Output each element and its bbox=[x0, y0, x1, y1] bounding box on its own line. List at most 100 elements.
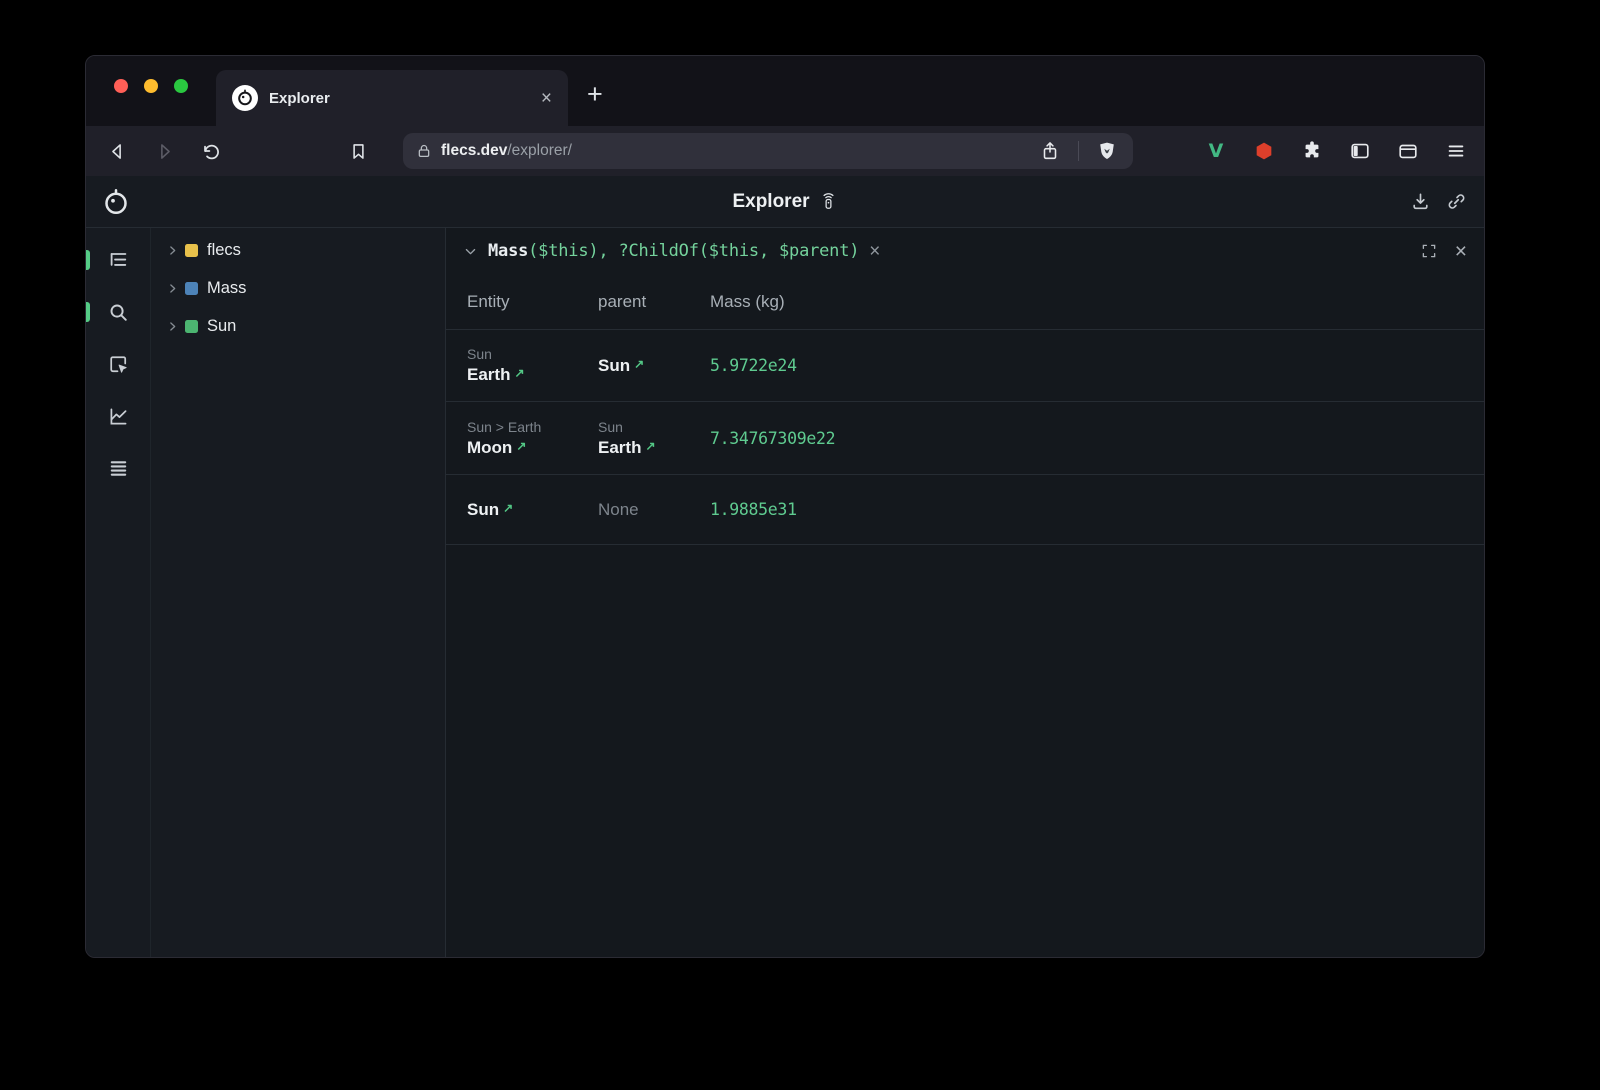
query-expression-rest: ($this), ?ChildOf($this, $parent) bbox=[528, 241, 859, 261]
parent-cell: Sun↗ bbox=[598, 356, 710, 376]
entity-color-swatch bbox=[185, 282, 198, 295]
browser-tab-explorer[interactable]: Explorer × bbox=[216, 70, 568, 126]
close-window-button[interactable] bbox=[114, 79, 128, 93]
column-header-entity: Entity bbox=[467, 292, 598, 312]
menu-icon[interactable] bbox=[1443, 138, 1469, 164]
active-indicator bbox=[86, 302, 90, 322]
brave-shields-icon[interactable] bbox=[1094, 138, 1120, 164]
results-table-header: Entity parent Mass (kg) bbox=[446, 274, 1484, 329]
mass-value: 5.9722e24 bbox=[710, 356, 1484, 375]
tree-item-sun[interactable]: Sun bbox=[151, 307, 445, 345]
zoom-window-button[interactable] bbox=[174, 79, 188, 93]
chevron-right-icon[interactable] bbox=[165, 282, 179, 295]
sidebar-item-entities[interactable] bbox=[98, 240, 138, 280]
app-header: Explorer bbox=[86, 176, 1484, 228]
new-tab-button[interactable]: + bbox=[587, 81, 603, 108]
mass-cell: 1.9885e31 bbox=[710, 500, 1484, 519]
table-row: Sun > Earth Moon↗ Sun Earth↗ 7.34767309e… bbox=[446, 401, 1484, 474]
sidebar-item-search[interactable] bbox=[98, 292, 138, 332]
link-icon[interactable] bbox=[1446, 191, 1467, 212]
mass-cell: 7.34767309e22 bbox=[710, 429, 1484, 448]
chevron-right-icon[interactable] bbox=[165, 320, 179, 333]
download-icon[interactable] bbox=[1410, 191, 1431, 212]
external-link-icon: ↗ bbox=[503, 501, 513, 515]
query-bar: Mass($this), ?ChildOf($this, $parent) × … bbox=[446, 228, 1484, 274]
navigation-bar: flecs.dev/explorer/ bbox=[86, 126, 1484, 176]
entity-color-swatch bbox=[185, 244, 198, 257]
icon-sidebar bbox=[86, 228, 151, 957]
flecs-logo-icon[interactable] bbox=[101, 187, 131, 217]
sidebar-item-memory[interactable] bbox=[98, 448, 138, 488]
chevron-down-icon[interactable] bbox=[463, 244, 478, 259]
close-panel-icon[interactable]: × bbox=[1455, 241, 1467, 262]
toolbar-divider bbox=[1078, 141, 1079, 161]
sidebar-item-stats[interactable] bbox=[98, 396, 138, 436]
tab-close-icon[interactable]: × bbox=[541, 89, 552, 108]
external-link-icon: ↗ bbox=[514, 366, 524, 380]
table-row: Sun Earth↗ Sun↗ 5.9722e24 bbox=[446, 329, 1484, 401]
results-table-body: Sun Earth↗ Sun↗ 5.9722e24 bbox=[446, 329, 1484, 545]
traffic-lights bbox=[114, 79, 188, 93]
remote-icon bbox=[819, 192, 838, 211]
url-domain: flecs.dev bbox=[441, 142, 507, 159]
tree-icon bbox=[107, 249, 130, 272]
url-bar-actions bbox=[1037, 138, 1120, 164]
reload-button[interactable] bbox=[195, 135, 227, 167]
tab-title: Explorer bbox=[269, 90, 330, 107]
column-header-mass: Mass (kg) bbox=[710, 292, 1484, 312]
tree-item-mass[interactable]: Mass bbox=[151, 269, 445, 307]
wallet-icon[interactable] bbox=[1395, 138, 1421, 164]
parent-link[interactable]: Sun↗ bbox=[598, 356, 710, 376]
entity-color-swatch bbox=[185, 320, 198, 333]
url-bar[interactable]: flecs.dev/explorer/ bbox=[403, 133, 1133, 169]
url-path: /explorer/ bbox=[507, 142, 572, 159]
tree-item-label: Mass bbox=[207, 279, 246, 298]
header-actions bbox=[1410, 191, 1484, 212]
table-row: Sun↗ None 1.9885e31 bbox=[446, 474, 1484, 544]
hexagon-extension-icon[interactable] bbox=[1251, 138, 1277, 164]
tab-strip: Explorer × + bbox=[86, 56, 1484, 126]
inspect-cursor-icon bbox=[107, 353, 130, 376]
minimize-window-button[interactable] bbox=[144, 79, 158, 93]
forward-button[interactable] bbox=[148, 135, 180, 167]
tree-item-label: Sun bbox=[207, 317, 236, 336]
entity-path: Sun bbox=[467, 346, 598, 362]
share-button[interactable] bbox=[1037, 138, 1063, 164]
parent-link[interactable]: Earth↗ bbox=[598, 438, 710, 458]
entity-cell: Sun Earth↗ bbox=[467, 346, 598, 385]
entity-link[interactable]: Earth↗ bbox=[467, 365, 598, 385]
extension-toolbar: V bbox=[1203, 138, 1469, 164]
active-indicator bbox=[86, 250, 90, 270]
back-button[interactable] bbox=[101, 135, 133, 167]
entity-link[interactable]: Moon↗ bbox=[467, 438, 598, 458]
sidebar-toggle-icon[interactable] bbox=[1347, 138, 1373, 164]
entity-link[interactable]: Sun↗ bbox=[467, 500, 598, 520]
app-body: flecs Mass Sun bbox=[86, 228, 1484, 957]
tree-item-label: flecs bbox=[207, 241, 241, 260]
external-link-icon: ↗ bbox=[645, 439, 655, 453]
url-text: flecs.dev/explorer/ bbox=[441, 142, 572, 160]
query-panel: Mass($this), ?ChildOf($this, $parent) × … bbox=[446, 228, 1484, 957]
entity-tree-panel: flecs Mass Sun bbox=[151, 228, 446, 957]
entity-cell: Sun↗ bbox=[467, 500, 598, 520]
entity-path: Sun > Earth bbox=[467, 419, 598, 435]
tree-item-flecs[interactable]: flecs bbox=[151, 231, 445, 269]
query-component-name: Mass bbox=[488, 241, 528, 261]
extensions-puzzle-icon[interactable] bbox=[1299, 138, 1325, 164]
vue-extension-icon[interactable]: V bbox=[1203, 138, 1229, 164]
query-expression[interactable]: Mass($this), ?ChildOf($this, $parent) bbox=[488, 241, 859, 261]
lock-icon bbox=[416, 143, 432, 159]
expand-panel-icon[interactable] bbox=[1420, 242, 1438, 260]
sidebar-item-inspect[interactable] bbox=[98, 344, 138, 384]
external-link-icon: ↗ bbox=[516, 439, 526, 453]
bookmark-icon[interactable] bbox=[342, 135, 374, 167]
entity-cell: Sun > Earth Moon↗ bbox=[467, 419, 598, 458]
chevron-right-icon[interactable] bbox=[165, 244, 179, 257]
parent-cell: Sun Earth↗ bbox=[598, 419, 710, 458]
query-panel-actions: × bbox=[1420, 241, 1467, 262]
search-icon bbox=[107, 301, 130, 324]
mass-cell: 5.9722e24 bbox=[710, 356, 1484, 375]
query-remove-icon[interactable]: × bbox=[869, 242, 880, 261]
external-link-icon: ↗ bbox=[634, 357, 644, 371]
browser-window: Explorer × + bbox=[85, 55, 1485, 958]
